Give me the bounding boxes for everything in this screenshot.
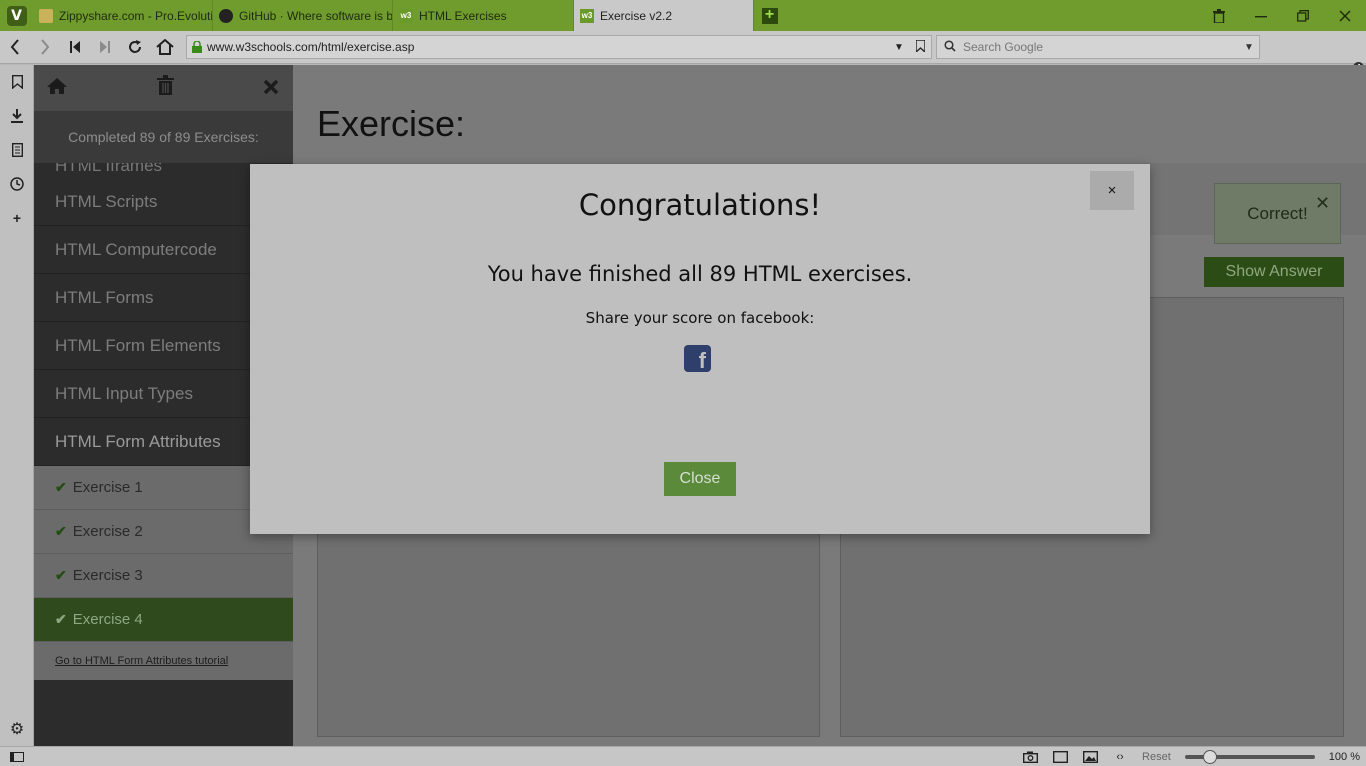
checkmark-icon: ✔ bbox=[55, 611, 67, 627]
congratulations-modal: × Congratulations! You have finished all… bbox=[250, 164, 1150, 534]
close-icon[interactable]: ✕ bbox=[1315, 193, 1330, 214]
tab-label: GitHub · Where software is b bbox=[239, 8, 393, 23]
bookmarks-panel-button[interactable] bbox=[0, 65, 34, 99]
home-icon[interactable] bbox=[46, 75, 68, 101]
navigation-bar: www.w3schools.com/html/exercise.asp ▼ Se… bbox=[0, 31, 1366, 88]
tiling-icon[interactable] bbox=[1052, 751, 1068, 763]
back-icon bbox=[10, 39, 19, 55]
tutorial-link[interactable]: Go to HTML Form Attributes tutorial bbox=[34, 642, 293, 680]
zoom-slider[interactable] bbox=[1184, 750, 1315, 764]
bookmark-icon bbox=[11, 75, 23, 89]
zoom-slider-handle[interactable] bbox=[1202, 750, 1217, 764]
trash-icon[interactable] bbox=[157, 75, 174, 101]
address-bar[interactable]: www.w3schools.com/html/exercise.asp ▼ bbox=[186, 35, 932, 59]
vivaldi-menu-button[interactable]: V bbox=[0, 0, 33, 31]
tab-label: HTML Exercises bbox=[419, 8, 507, 23]
w3schools-icon: w3 bbox=[580, 8, 594, 23]
lock-icon bbox=[187, 41, 207, 53]
gear-icon: ⚙ bbox=[9, 721, 25, 738]
downloads-panel-button[interactable] bbox=[0, 99, 34, 133]
chevron-down-icon[interactable]: ▼ bbox=[1239, 42, 1259, 53]
rewind-button[interactable] bbox=[60, 32, 90, 62]
fast-forward-icon bbox=[100, 41, 110, 53]
panel-toggle-icon bbox=[10, 751, 24, 762]
forward-icon bbox=[41, 39, 50, 55]
restore-button[interactable] bbox=[1282, 0, 1324, 31]
zippyshare-icon bbox=[39, 8, 53, 23]
minimize-button[interactable] bbox=[1240, 0, 1282, 31]
zoom-reset[interactable]: Reset bbox=[1142, 751, 1171, 763]
share-text: Share your score on facebook: bbox=[585, 309, 815, 327]
reload-button[interactable] bbox=[120, 32, 150, 62]
window-controls bbox=[1198, 0, 1366, 31]
modal-title: Congratulations! bbox=[578, 188, 822, 222]
search-placeholder: Search Google bbox=[963, 40, 1044, 54]
tab-github[interactable]: GitHub · Where software is b bbox=[213, 0, 393, 31]
close-button[interactable]: Close bbox=[664, 462, 736, 496]
camera-icon[interactable] bbox=[1022, 751, 1038, 763]
trash-button[interactable] bbox=[1198, 0, 1240, 31]
facebook-icon[interactable]: f bbox=[684, 345, 711, 372]
history-panel-button[interactable] bbox=[0, 167, 34, 201]
toggle-panel-button[interactable] bbox=[0, 747, 34, 766]
chevron-down-icon[interactable]: ▼ bbox=[889, 42, 909, 53]
clock-icon bbox=[10, 177, 24, 191]
browser-panel: + ⚙ bbox=[0, 65, 34, 746]
new-tab-button[interactable]: + bbox=[754, 0, 785, 31]
fast-forward-button[interactable] bbox=[90, 32, 120, 62]
tab-zippyshare[interactable]: Zippyshare.com - Pro.Evoluti bbox=[33, 0, 213, 31]
tab-bar: V Zippyshare.com - Pro.Evoluti GitHub · … bbox=[0, 0, 1366, 31]
bookmark-icon[interactable] bbox=[909, 38, 931, 55]
zoom-level: 100 % bbox=[1328, 751, 1360, 763]
add-panel-button[interactable]: + bbox=[0, 201, 34, 235]
reload-icon bbox=[129, 40, 141, 53]
tab-label: Exercise v2.2 bbox=[600, 8, 673, 23]
notes-panel-button[interactable] bbox=[0, 133, 34, 167]
close-icon bbox=[1339, 9, 1351, 22]
trash-icon bbox=[1213, 8, 1225, 23]
exercise-label: Exercise 3 bbox=[72, 567, 143, 584]
download-icon bbox=[11, 109, 23, 123]
show-answer-button[interactable]: Show Answer bbox=[1204, 257, 1344, 287]
exercise-label: Exercise 4 bbox=[72, 611, 143, 628]
plus-icon: + bbox=[761, 6, 778, 24]
exercise-item-active[interactable]: ✔ Exercise 4 bbox=[34, 598, 293, 642]
progress-text: Completed 89 of 89 Exercises: bbox=[34, 111, 293, 163]
status-bar-controls: ‹› Reset 100 % bbox=[1022, 747, 1360, 766]
settings-button[interactable]: ⚙ bbox=[0, 712, 34, 746]
close-icon[interactable] bbox=[263, 75, 279, 101]
modal-message: You have finished all 89 HTML exercises. bbox=[487, 262, 913, 286]
home-button[interactable] bbox=[150, 32, 180, 62]
minimize-icon bbox=[1255, 15, 1267, 17]
image-icon[interactable] bbox=[1082, 751, 1098, 763]
tab-html-exercises[interactable]: w3 HTML Exercises bbox=[393, 0, 574, 31]
exercise-label: Exercise 1 bbox=[72, 479, 143, 496]
vivaldi-logo-icon: V bbox=[6, 5, 27, 26]
home-icon bbox=[156, 39, 174, 55]
restore-icon bbox=[1297, 9, 1309, 22]
page-title: Exercise: bbox=[317, 103, 466, 144]
close-window-button[interactable] bbox=[1324, 0, 1366, 31]
w3schools-icon: w3 bbox=[399, 8, 413, 23]
status-bar: ‹› Reset 100 % bbox=[0, 746, 1366, 766]
url-text[interactable]: www.w3schools.com/html/exercise.asp bbox=[207, 40, 889, 54]
tab-exercise[interactable]: w3 Exercise v2.2 bbox=[574, 0, 754, 31]
exercise-label: Exercise 2 bbox=[72, 523, 143, 540]
plus-icon: + bbox=[12, 210, 22, 226]
notes-icon bbox=[11, 143, 23, 157]
checkmark-icon: ✔ bbox=[55, 479, 67, 495]
tab-label: Zippyshare.com - Pro.Evoluti bbox=[59, 8, 213, 23]
search-icon bbox=[937, 39, 963, 55]
exercise-item[interactable]: ✔ Exercise 3 bbox=[34, 554, 293, 598]
code-icon[interactable]: ‹› bbox=[1112, 751, 1128, 763]
rewind-icon bbox=[70, 41, 80, 53]
back-button[interactable] bbox=[0, 32, 30, 62]
forward-button[interactable] bbox=[30, 32, 60, 62]
github-icon bbox=[219, 8, 233, 23]
checkmark-icon: ✔ bbox=[55, 567, 67, 583]
sidebar-toolbar bbox=[34, 65, 293, 111]
search-field[interactable]: Search Google ▼ bbox=[936, 35, 1260, 59]
checkmark-icon: ✔ bbox=[55, 523, 67, 539]
